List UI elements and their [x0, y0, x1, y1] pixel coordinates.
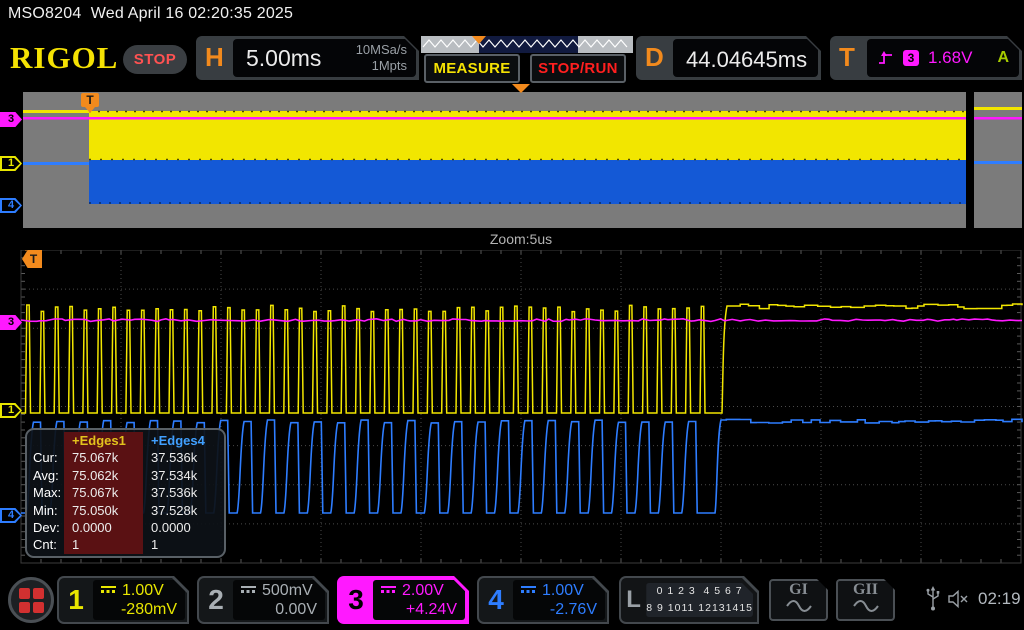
status-model-datetime: MSO8204 Wed April 16 02:20:35 2025 [8, 5, 293, 23]
channel4-box[interactable]: 4 1.00V -2.76V [477, 576, 609, 624]
dc-coupling-icon [241, 586, 256, 597]
min-edges4: 37.528k [143, 502, 220, 519]
channel1-scale: 1.00V [122, 582, 164, 600]
avg-edges4: 37.534k [143, 467, 220, 484]
clock-time: 02:19 [978, 589, 1021, 609]
overview-ch1-pre-line [23, 110, 89, 113]
channel4-number: 4 [479, 578, 513, 622]
measurement-col1-header: +Edges1 [64, 432, 143, 449]
sine-wave-icon [785, 598, 813, 612]
d-label: D [645, 42, 664, 73]
generator1-label: GI [771, 581, 826, 598]
max-edges1: 75.067k [64, 484, 143, 501]
trigger-level-value: 1.68V [928, 48, 972, 68]
overview-ch1-post-line [974, 107, 1022, 110]
rigol-logo: RIGOL [10, 40, 118, 76]
row-label: Cur: [27, 449, 64, 466]
channel2-scale: 500mV [262, 582, 313, 600]
row-label: Min: [27, 502, 64, 519]
dc-coupling-icon [521, 586, 536, 597]
max-edges4: 37.536k [143, 484, 220, 501]
cnt-edges4: 1 [143, 536, 220, 553]
overview-ch4-post-line [974, 161, 1022, 164]
horizontal-timebase-box[interactable]: H 5.00ms 10MSa/s 1Mpts [196, 36, 419, 80]
channel4-scale: 1.00V [542, 582, 584, 600]
channel3-offset: +4.24V [381, 601, 457, 619]
row-label: Avg: [27, 467, 64, 484]
dc-coupling-icon [101, 586, 116, 597]
menu-dot [33, 602, 44, 613]
channel2-offset: 0.00V [241, 601, 317, 619]
dc-coupling-icon [381, 586, 396, 597]
generator1-button[interactable]: GI [769, 579, 828, 621]
channel3-number: 3 [339, 578, 373, 622]
waveform-position-strip[interactable] [420, 35, 634, 54]
delay-box[interactable]: D 44.04645ms [636, 36, 821, 80]
overview-waveform-area [0, 92, 1024, 228]
logic-digits-row2: 8 9 1011 12131415 [646, 600, 753, 617]
run-state-badge: STOP [123, 45, 187, 74]
generator2-button[interactable]: GII [836, 579, 895, 621]
stop-run-button[interactable]: STOP/RUN [530, 54, 626, 83]
memory-depth: 1Mpts [356, 58, 407, 74]
menu-dot [19, 602, 30, 613]
channel3-box[interactable]: 3 2.00V +4.24V [337, 576, 469, 624]
cur-edges1: 75.067k [64, 449, 143, 466]
delay-value: 44.04645ms [686, 47, 807, 73]
trigger-sweep-mode: A [997, 49, 1009, 67]
timebase-value: 5.00ms [246, 45, 321, 72]
sample-rate: 10MSa/s [356, 42, 407, 58]
position-marker-triangle-icon[interactable] [472, 36, 486, 44]
overview-ch3-line [23, 117, 1022, 120]
logic-channels-box[interactable]: L 0 1 2 3 4 5 6 7 8 9 1011 12131415 [619, 576, 759, 624]
channel1-offset: -280mV [101, 601, 177, 619]
dev-edges4: 0.0000 [143, 519, 220, 536]
generator2-label: GII [838, 581, 893, 598]
zoom-scale-label: Zoom:5us [0, 231, 1024, 247]
channel4-offset: -2.76V [521, 601, 597, 619]
overview-trigger-position-icon[interactable] [512, 84, 530, 93]
trigger-slope-icon [877, 50, 894, 67]
logic-digits-row1: 0 1 2 3 4 5 6 7 [646, 583, 753, 600]
dev-edges1: 0.0000 [64, 519, 143, 536]
sine-wave-icon [852, 598, 880, 612]
row-label: Dev: [27, 519, 64, 536]
menu-grid-button[interactable] [8, 577, 54, 623]
channel1-box[interactable]: 1 1.00V -280mV [57, 576, 189, 624]
trigger-source-badge: 3 [903, 50, 919, 66]
row-label: Max: [27, 484, 64, 501]
measurement-statistics-panel: +Edges1 +Edges4 Cur: 75.067k 37.536k Avg… [25, 428, 226, 558]
min-edges1: 75.050k [64, 502, 143, 519]
menu-dot [33, 588, 44, 599]
overview-ch4-pre-line [23, 162, 89, 165]
wave-ch3 [21, 319, 1022, 322]
usb-icon [925, 586, 941, 612]
overview-trigger-flag-icon[interactable]: T [81, 93, 99, 107]
channel2-number: 2 [199, 578, 233, 622]
channel2-box[interactable]: 2 500mV 0.00V [197, 576, 329, 624]
overview-zoom-window-bar[interactable] [966, 92, 974, 228]
measure-button[interactable]: MEASURE [424, 54, 520, 83]
cnt-edges1: 1 [64, 536, 143, 553]
avg-edges1: 75.062k [64, 467, 143, 484]
menu-dot [19, 588, 30, 599]
logic-label: L [621, 586, 646, 614]
trigger-box[interactable]: T 3 1.68V A [830, 36, 1022, 80]
row-label: Cnt: [27, 536, 64, 553]
channel3-scale: 2.00V [402, 582, 444, 600]
measurement-col2-header: +Edges4 [143, 432, 220, 449]
channel1-number: 1 [59, 578, 93, 622]
overview-ch4-block [89, 160, 966, 204]
cur-edges4: 37.536k [143, 449, 220, 466]
position-strip-zigzag [421, 36, 633, 53]
t-label: T [839, 42, 855, 73]
h-label: H [205, 42, 224, 73]
speaker-muted-icon[interactable] [948, 589, 972, 609]
